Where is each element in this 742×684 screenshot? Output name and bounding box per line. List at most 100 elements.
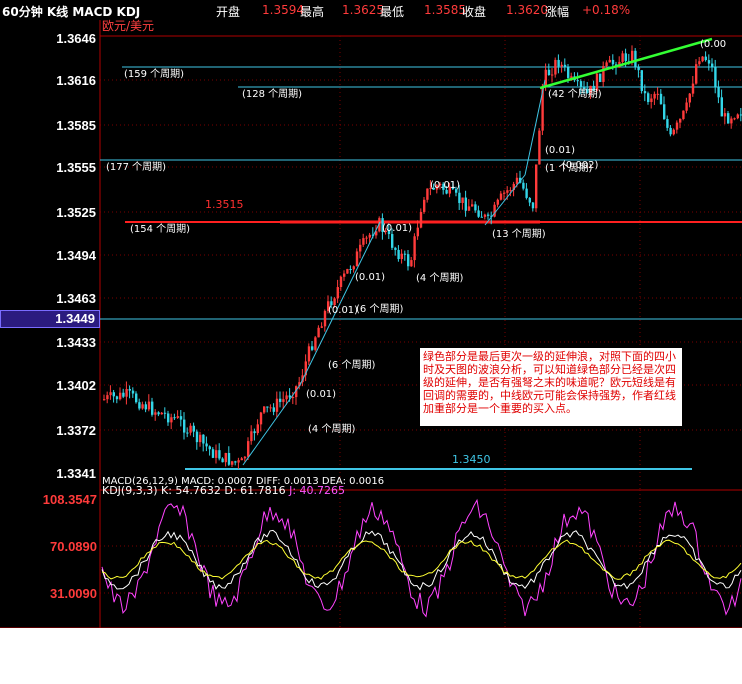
candle-body [160, 412, 163, 415]
candle-body [154, 412, 157, 415]
candle-body [669, 127, 672, 135]
candle-body [275, 398, 279, 412]
candle-body [391, 234, 394, 248]
candle-body [653, 93, 656, 99]
candle-body [173, 417, 176, 419]
candle-body [218, 450, 221, 459]
candle-body [509, 190, 512, 192]
candle-body [419, 211, 423, 228]
candle-body [663, 104, 666, 120]
label-price-13515: 1.3515 [205, 198, 244, 211]
candle-body [109, 392, 112, 396]
candle-body [192, 425, 195, 432]
candle-body [624, 53, 627, 62]
candle-body [496, 199, 499, 205]
candle-body [368, 234, 371, 238]
label-val-001-d: (0.01) [355, 272, 385, 283]
kdj-tick: 70.0890 [50, 539, 97, 554]
candle-body [138, 402, 141, 409]
candle-body [269, 407, 272, 409]
candle-body [551, 74, 554, 76]
candle-body [695, 64, 698, 84]
candle-body [253, 431, 256, 434]
candle-body [141, 404, 144, 409]
candle-body [119, 392, 122, 400]
candle-body [224, 452, 227, 463]
candle-body [423, 199, 426, 212]
candle-body [688, 93, 691, 103]
candle-body [560, 64, 563, 67]
kdj-j-line [101, 498, 742, 618]
candle-body [250, 431, 253, 442]
label-cycle-177: (177 个周期) [106, 161, 166, 173]
candle-body [349, 269, 352, 271]
label-val-001-f: (0.01) [306, 389, 336, 400]
candle-body [359, 244, 362, 252]
candle-body [403, 253, 407, 255]
candle-body [557, 59, 560, 67]
label-val-001-c: (0.01) [382, 223, 412, 234]
candle-body [311, 346, 314, 350]
candle-body [528, 197, 531, 203]
candle-body [538, 130, 541, 165]
candle-body [554, 59, 557, 75]
candle-body [515, 177, 519, 184]
price-tick: 1.3555 [56, 160, 96, 175]
candle-body [285, 395, 288, 400]
candle-body [611, 59, 615, 65]
candle-body [416, 227, 419, 237]
candle-body [314, 337, 317, 350]
candle-body [579, 81, 583, 87]
candle-body [707, 60, 711, 64]
kdj-d-line [101, 539, 742, 580]
kdj-indicator [101, 498, 742, 618]
candle-body [247, 441, 250, 457]
candle-body [307, 346, 311, 362]
candle-body [659, 93, 663, 105]
label-val-001-e: (0.01) [328, 305, 358, 316]
label-cycle-4a: (4 个周期) [416, 272, 463, 284]
candle-body [407, 254, 410, 267]
candle-body [240, 458, 243, 461]
candle-body [701, 56, 704, 62]
candle-body [320, 326, 323, 328]
kdj-title: KDJ(9,3,3) [102, 484, 158, 497]
price-tick: 1.3646 [56, 31, 96, 46]
label-price-13450: 1.3450 [452, 453, 491, 466]
candle-body [599, 73, 602, 82]
candle-body [336, 287, 339, 299]
candle-body [323, 310, 327, 327]
label-cycle-159: (159 个周期) [124, 68, 184, 80]
price-tick: 1.3616 [56, 73, 96, 88]
candle-body [128, 388, 131, 391]
candle-body [282, 399, 285, 402]
candle-body [666, 119, 669, 128]
candle-body [413, 236, 416, 261]
label-cycle-154: (154 个周期) [130, 223, 190, 235]
price-tick: 1.3402 [56, 378, 96, 393]
candle-body [467, 206, 471, 211]
candle-body [112, 392, 115, 397]
candle-body [106, 395, 109, 400]
price-chart[interactable]: (159 个周期) (128 个周期) (177 个周期) (154 个周期) … [0, 0, 742, 628]
candle-body [144, 404, 147, 410]
candle-body [288, 395, 291, 398]
candle-body [339, 276, 343, 288]
candle-body [522, 182, 525, 189]
kdj-legend: KDJ(9,3,3) K: 54.7632 D: 61.7816 J: 40.7… [102, 484, 345, 497]
candle-body [711, 63, 714, 68]
candle-body [115, 396, 119, 400]
candle-body [736, 114, 739, 119]
price-tick: 1.3341 [56, 466, 96, 481]
label-cycle-6a: (6 个周期) [356, 303, 403, 315]
candle-body [346, 269, 349, 274]
candle-body [464, 197, 467, 211]
candle-body [167, 413, 170, 423]
candle-body [458, 192, 461, 203]
candle-body [605, 62, 608, 67]
candle-body [480, 216, 483, 218]
candle-body [394, 247, 397, 250]
candle-body [179, 416, 183, 420]
candle-body [621, 53, 624, 62]
candle-body [186, 432, 189, 434]
